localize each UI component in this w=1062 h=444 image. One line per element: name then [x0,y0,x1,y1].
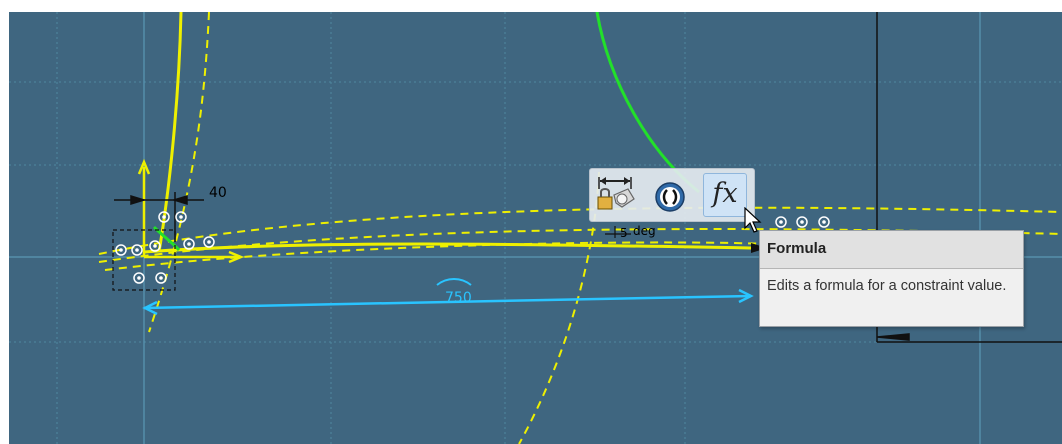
sketch-viewport[interactable]: 40 750 5 deg [9,12,1062,444]
dimension-40-label[interactable]: 40 [209,185,227,201]
grid-lines [9,12,1062,444]
tooltip-title: Formula [760,231,1023,268]
formula-tooltip: Formula Edits a formula for a constraint… [759,230,1024,327]
formula-fx-icon: fx [712,178,738,209]
tooltip-description: Edits a formula for a constraint value. [767,278,1007,294]
reference-button[interactable] [648,173,692,217]
dimension-small-value[interactable]: 5 [620,226,628,240]
reference-parentheses-icon [655,182,685,212]
dimension-small-unit: deg [633,224,656,238]
formula-button[interactable]: fx [703,173,747,217]
yellow-dashed-curves[interactable] [98,12,1062,444]
dimension-750-label[interactable]: 750 [445,290,472,306]
lock-dimension-icon [597,177,635,210]
sketch-canvas[interactable] [9,12,1062,444]
context-toolbar: fx [589,168,755,222]
green-curve[interactable] [595,12,700,194]
grid-major-lines [9,12,1062,444]
lock-dimension-button[interactable] [594,173,638,217]
tooltip-divider [760,268,1023,269]
